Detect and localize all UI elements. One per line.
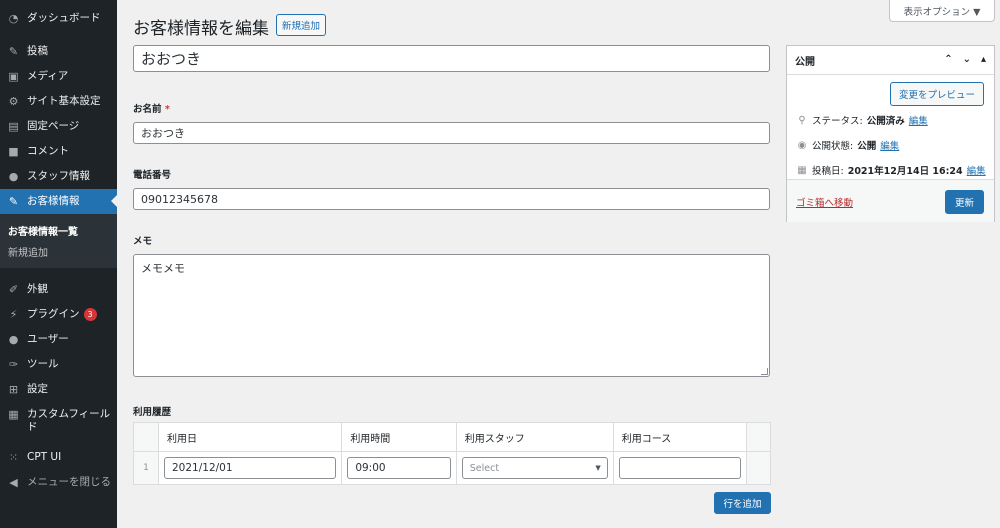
box-controls: ⌃ ⌄ ▴ — [944, 54, 986, 65]
comment-icon: ■ — [8, 145, 19, 158]
plugin-icon: ⚡ — [9, 308, 18, 321]
publish-actions: ゴミ箱へ移動 更新 — [787, 179, 994, 222]
phone-label: 電話番号 — [133, 170, 172, 181]
column-header-time: 利用時間 — [341, 422, 457, 452]
submenu-customer-list[interactable]: お客様情報一覧 — [0, 220, 117, 241]
dashboard-icon: ◔ — [8, 12, 19, 25]
move-up-icon[interactable]: ⌃ — [944, 54, 952, 65]
date-input[interactable]: 2021/12/01 — [164, 457, 337, 479]
row-number[interactable]: 1 — [133, 451, 159, 485]
row-number-header — [133, 422, 159, 452]
sidebar-item-customers[interactable]: ✎ お客様情報 — [0, 189, 117, 214]
screen-options-button[interactable]: 表示オプション ▼ — [889, 0, 995, 22]
edit-status-link[interactable]: 編集 — [909, 113, 928, 127]
column-header-course: 利用コース — [612, 422, 748, 452]
submenu-add-new[interactable]: 新規追加 — [0, 241, 117, 262]
eye-icon: ◉ — [797, 139, 807, 151]
table-row: 1 2021/12/01 09:00 Select ▼ — [133, 451, 771, 485]
publish-date-row: ▦ 投稿日: 2021年12月14日 16:24 編集 — [797, 163, 986, 178]
collapse-icon: ◀ — [9, 476, 18, 489]
column-header-staff: 利用スタッフ — [455, 422, 614, 452]
pin-icon: ✎ — [8, 195, 19, 208]
resize-handle[interactable] — [761, 368, 768, 375]
memo-textarea[interactable]: メモメモ — [133, 254, 770, 377]
memo-label: メモ — [133, 236, 153, 247]
user-icon: ● — [8, 170, 19, 183]
dropdown-caret-icon: ▼ — [595, 464, 601, 472]
time-cell: 09:00 — [341, 451, 457, 485]
grid-icon: ▦ — [8, 408, 19, 421]
brush-icon: ✐ — [8, 283, 19, 296]
cpt-icon: ⁙ — [8, 451, 19, 464]
customers-submenu: お客様情報一覧 新規追加 — [0, 214, 117, 268]
name-input[interactable]: おおつき — [133, 122, 770, 144]
required-marker: * — [164, 104, 170, 115]
row-actions[interactable] — [746, 451, 771, 485]
settings-icon: ⊞ — [8, 383, 19, 396]
user-icon: ● — [8, 333, 19, 346]
sidebar-item-appearance[interactable]: ✐ 外観 — [0, 277, 117, 302]
publish-box-header: 公開 ⌃ ⌄ ▴ — [787, 46, 994, 75]
phone-input[interactable]: 09012345678 — [133, 188, 770, 210]
sidebar-item-custom-fields[interactable]: ▦ カスタムフィールド — [0, 402, 117, 440]
sidebar-item-posts[interactable]: ✎ 投稿 — [0, 39, 117, 64]
course-input[interactable] — [618, 457, 741, 479]
wrench-icon: ✑ — [8, 358, 19, 371]
sidebar-item-pages[interactable]: ▤ 固定ページ — [0, 114, 117, 139]
plugin-update-badge: 3 — [83, 308, 97, 321]
staff-select[interactable]: Select ▼ — [461, 457, 608, 479]
column-header-date: 利用日 — [157, 422, 343, 452]
sidebar-item-tools[interactable]: ✑ ツール — [0, 352, 117, 377]
gear-icon: ⚙ — [8, 95, 19, 108]
edit-visibility-link[interactable]: 編集 — [880, 138, 899, 152]
status-row: ⚲ ステータス: 公開済み 編集 — [796, 113, 928, 128]
sidebar-item-plugins[interactable]: ⚡ プラグイン 3 — [0, 302, 117, 327]
row-actions-header — [746, 422, 771, 452]
post-title-input[interactable]: おおつき — [133, 45, 770, 72]
page-icon: ▤ — [8, 120, 19, 133]
add-row-button[interactable]: 行を追加 — [714, 492, 771, 514]
sidebar-item-site-settings[interactable]: ⚙ サイト基本設定 — [0, 89, 117, 114]
move-down-icon[interactable]: ⌄ — [963, 54, 971, 65]
page-title: お客様情報を編集 — [133, 19, 269, 39]
sidebar-item-comments[interactable]: ■ コメント — [0, 139, 117, 164]
preview-changes-button[interactable]: 変更をプレビュー — [889, 82, 984, 106]
history-table: 利用日 利用時間 利用スタッフ 利用コース 1 2021/12/01 09:00… — [133, 422, 771, 485]
media-icon: ▣ — [8, 70, 19, 83]
toggle-panel-icon[interactable]: ▴ — [981, 54, 986, 65]
pin-icon: ✎ — [8, 45, 19, 58]
date-cell: 2021/12/01 — [157, 451, 343, 485]
table-header-row: 利用日 利用時間 利用スタッフ 利用コース — [133, 422, 771, 452]
publish-box: 公開 ⌃ ⌄ ▴ 変更をプレビュー ⚲ ステータス: 公開済み 編集 ◉ 公開状態:… — [786, 45, 995, 222]
sidebar-collapse[interactable]: ◀ メニューを閉じる — [0, 470, 117, 495]
history-label: 利用履歴 — [133, 407, 172, 418]
sidebar-item-staff[interactable]: ● スタッフ情報 — [0, 164, 117, 189]
name-label: お名前 * — [133, 104, 170, 115]
calendar-icon: ▦ — [797, 164, 807, 176]
pin-status-icon: ⚲ — [798, 114, 806, 126]
sidebar-item-cpt-ui[interactable]: ⁙ CPT UI — [0, 445, 117, 470]
sidebar-item-users[interactable]: ● ユーザー — [0, 327, 117, 352]
add-new-button[interactable]: 新規追加 — [276, 14, 327, 36]
update-button[interactable]: 更新 — [945, 190, 984, 214]
edit-date-link[interactable]: 編集 — [967, 163, 986, 177]
move-to-trash-link[interactable]: ゴミ箱へ移動 — [796, 195, 853, 209]
course-cell — [612, 451, 748, 485]
staff-cell: Select ▼ — [455, 451, 614, 485]
sidebar-item-media[interactable]: ▣ メディア — [0, 64, 117, 89]
time-input[interactable]: 09:00 — [347, 457, 451, 479]
visibility-row: ◉ 公開状態: 公開 編集 — [797, 138, 900, 153]
sidebar-item-settings[interactable]: ⊞ 設定 — [0, 377, 117, 402]
sidebar-item-dashboard[interactable]: ◔ ダッシュボード — [0, 6, 117, 31]
admin-sidebar: ◔ ダッシュボード ✎ 投稿 ▣ メディア ⚙ サイト基本設定 ▤ 固定ページ ■ コメント… — [0, 0, 117, 528]
